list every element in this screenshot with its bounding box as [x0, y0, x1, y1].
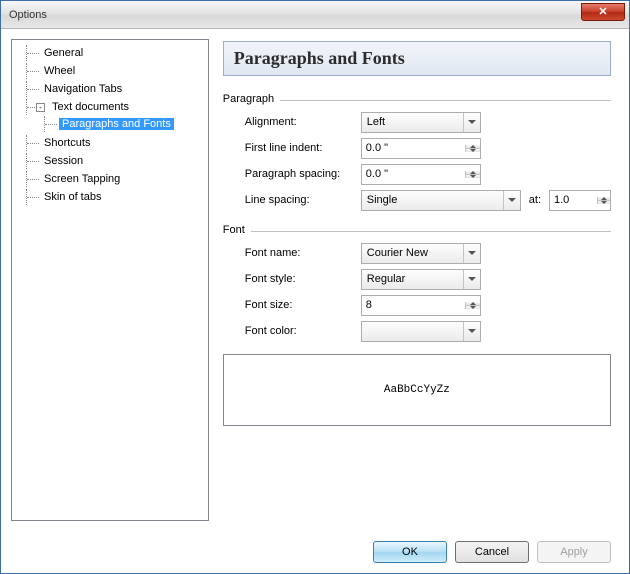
first-line-indent-spinner[interactable]	[361, 138, 481, 159]
paragraph-spacing-spinner[interactable]	[361, 164, 481, 185]
tree-item-paragraphs-and-fonts[interactable]: Paragraphs and Fonts	[12, 116, 208, 132]
settings-panel: Paragraphs and Fonts Paragraph Alignment…	[209, 39, 619, 521]
first-line-indent-input[interactable]	[362, 142, 465, 154]
chevron-down-icon	[463, 270, 480, 289]
paragraph-spacing-label: Paragraph spacing:	[245, 168, 361, 180]
tree-item-wheel[interactable]: Wheel	[12, 63, 208, 79]
title-bar: Options ✕	[1, 1, 629, 29]
first-line-indent-label: First line indent:	[245, 142, 361, 154]
paragraph-spacing-input[interactable]	[362, 168, 465, 180]
chevron-down-icon	[463, 322, 480, 341]
cancel-button[interactable]: Cancel	[455, 541, 529, 563]
collapse-icon[interactable]: -	[36, 103, 45, 112]
chevron-down-icon	[463, 113, 480, 132]
paragraph-legend: Paragraph	[223, 93, 274, 105]
close-icon: ✕	[598, 7, 607, 18]
font-name-combo[interactable]: Courier New	[361, 243, 481, 264]
chevron-down-icon	[463, 244, 480, 263]
spin-buttons[interactable]	[597, 197, 610, 204]
tree-item-skin-of-tabs[interactable]: Skin of tabs	[12, 189, 208, 205]
tree-item-general[interactable]: General	[12, 45, 208, 61]
alignment-label: Alignment:	[245, 116, 361, 128]
spin-buttons[interactable]	[465, 145, 480, 152]
font-style-combo[interactable]: Regular	[361, 269, 481, 290]
preview-sample: AaBbCcYyZz	[384, 384, 450, 396]
font-color-label: Font color:	[245, 325, 361, 337]
chevron-down-icon	[503, 191, 520, 210]
dialog-buttons: OK Cancel Apply	[1, 531, 629, 573]
line-spacing-combo[interactable]: Single	[361, 190, 521, 211]
dialog-body: General Wheel Navigation Tabs - Text doc…	[1, 29, 629, 531]
line-spacing-label: Line spacing:	[245, 194, 361, 206]
close-button[interactable]: ✕	[581, 3, 625, 21]
font-size-spinner[interactable]	[361, 295, 481, 316]
font-preview: AaBbCcYyZz	[223, 354, 611, 426]
tree-item-session[interactable]: Session	[12, 153, 208, 169]
font-name-label: Font name:	[245, 247, 361, 259]
ok-button[interactable]: OK	[373, 541, 447, 563]
tree-item-navigation-tabs[interactable]: Navigation Tabs	[12, 81, 208, 97]
nav-tree[interactable]: General Wheel Navigation Tabs - Text doc…	[11, 39, 209, 521]
font-size-label: Font size:	[245, 299, 361, 311]
tree-item-shortcuts[interactable]: Shortcuts	[12, 135, 208, 151]
alignment-combo[interactable]: Left	[361, 112, 481, 133]
tree-item-screen-tapping[interactable]: Screen Tapping	[12, 171, 208, 187]
spin-buttons[interactable]	[465, 171, 480, 178]
font-size-input[interactable]	[362, 299, 465, 311]
at-input[interactable]	[550, 194, 597, 206]
font-style-label: Font style:	[245, 273, 361, 285]
paragraph-group: Paragraph Alignment: Left First line ind…	[223, 90, 611, 213]
at-spinner[interactable]	[549, 190, 611, 211]
page-title: Paragraphs and Fonts	[223, 41, 611, 76]
window-title: Options	[9, 9, 47, 21]
font-color-combo[interactable]	[361, 321, 481, 342]
apply-button: Apply	[537, 541, 611, 563]
font-group: Font Font name: Courier New Font style: …	[223, 221, 611, 344]
font-legend: Font	[223, 224, 245, 236]
spin-buttons[interactable]	[465, 302, 480, 309]
at-label: at:	[529, 194, 541, 206]
tree-item-text-documents[interactable]: - Text documents	[12, 99, 208, 115]
